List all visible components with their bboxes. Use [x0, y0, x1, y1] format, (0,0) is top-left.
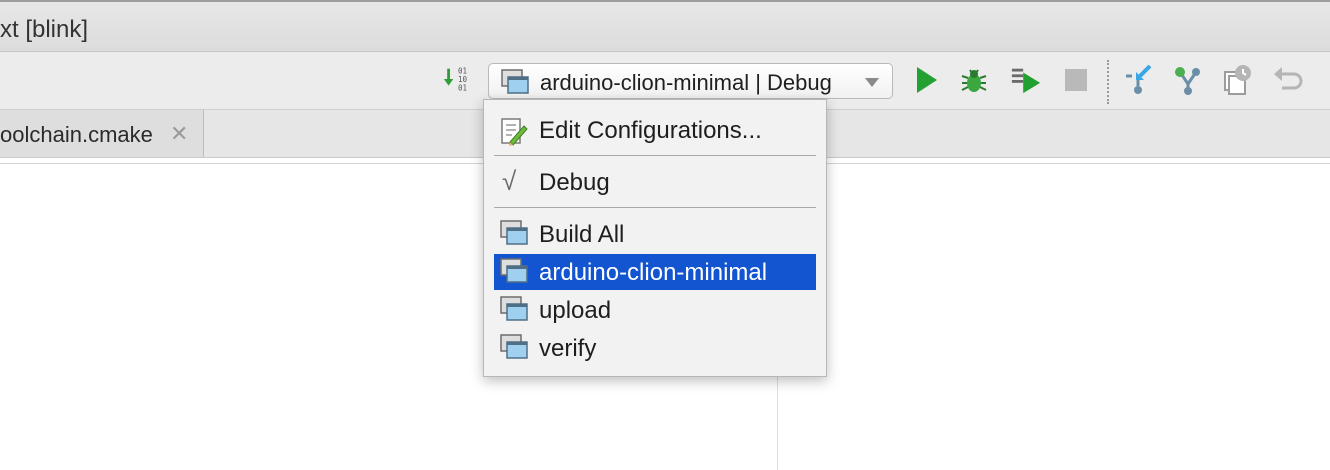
toolbar-separator [1107, 60, 1109, 104]
cmake-target-icon [501, 69, 529, 100]
menu-item-label: Edit Configurations... [539, 117, 762, 144]
checkmark-icon: √ [502, 166, 517, 196]
vcs-commit-icon[interactable] [1172, 64, 1204, 96]
tab-label: oolchain.cmake [0, 122, 153, 147]
menu-item-verify[interactable]: verify [494, 330, 816, 366]
menu-item-label: arduino-clion-minimal [539, 259, 768, 286]
menu-item-label: Debug [539, 169, 610, 196]
build-project-icon[interactable]: 01 10 01 [442, 64, 474, 96]
ide-window: xt [blink] 01 10 01 arduino-clion-minima… [0, 0, 1330, 470]
menu-separator [494, 155, 816, 156]
menu-item-build-all[interactable]: Build All [494, 216, 816, 252]
edit-configurations-icon [500, 116, 528, 151]
menu-item-debug[interactable]: √ Debug [494, 164, 816, 200]
stop-icon[interactable] [1060, 64, 1092, 96]
menu-item-arduino-clion-minimal[interactable]: arduino-clion-minimal [494, 254, 816, 290]
run-icon[interactable] [910, 64, 942, 96]
menu-item-label: verify [539, 335, 597, 362]
menu-separator [494, 207, 816, 208]
vcs-history-icon[interactable] [1222, 64, 1254, 96]
debug-icon[interactable] [958, 64, 990, 96]
cmake-target-icon [500, 220, 528, 251]
menu-item-label: Build All [539, 221, 625, 248]
close-icon[interactable]: ✕ [170, 121, 188, 147]
cmake-target-icon [500, 296, 528, 327]
menu-item-edit-configurations[interactable]: Edit Configurations... [494, 112, 816, 148]
menu-item-label: upload [539, 297, 612, 324]
menu-item-upload[interactable]: upload [494, 292, 816, 328]
cmake-target-icon [500, 258, 528, 289]
vcs-update-icon[interactable] [1122, 64, 1154, 96]
run-configuration-label: arduino-clion-minimal | Debug [540, 70, 832, 95]
run-configuration-dropdown: Edit Configurations... √ Debug Build All [483, 99, 827, 377]
window-title: xt [blink] [0, 16, 89, 43]
run-with-coverage-icon[interactable] [1010, 64, 1042, 96]
title-bar: xt [blink] [0, 0, 1330, 52]
svg-text:01: 01 [458, 83, 468, 92]
chevron-down-icon [865, 78, 879, 87]
tab-toolchain-cmake[interactable]: oolchain.cmake ✕ [0, 110, 204, 157]
run-configuration-selector[interactable]: arduino-clion-minimal | Debug [488, 63, 893, 99]
cmake-target-icon [500, 334, 528, 365]
revert-icon[interactable] [1272, 64, 1304, 96]
